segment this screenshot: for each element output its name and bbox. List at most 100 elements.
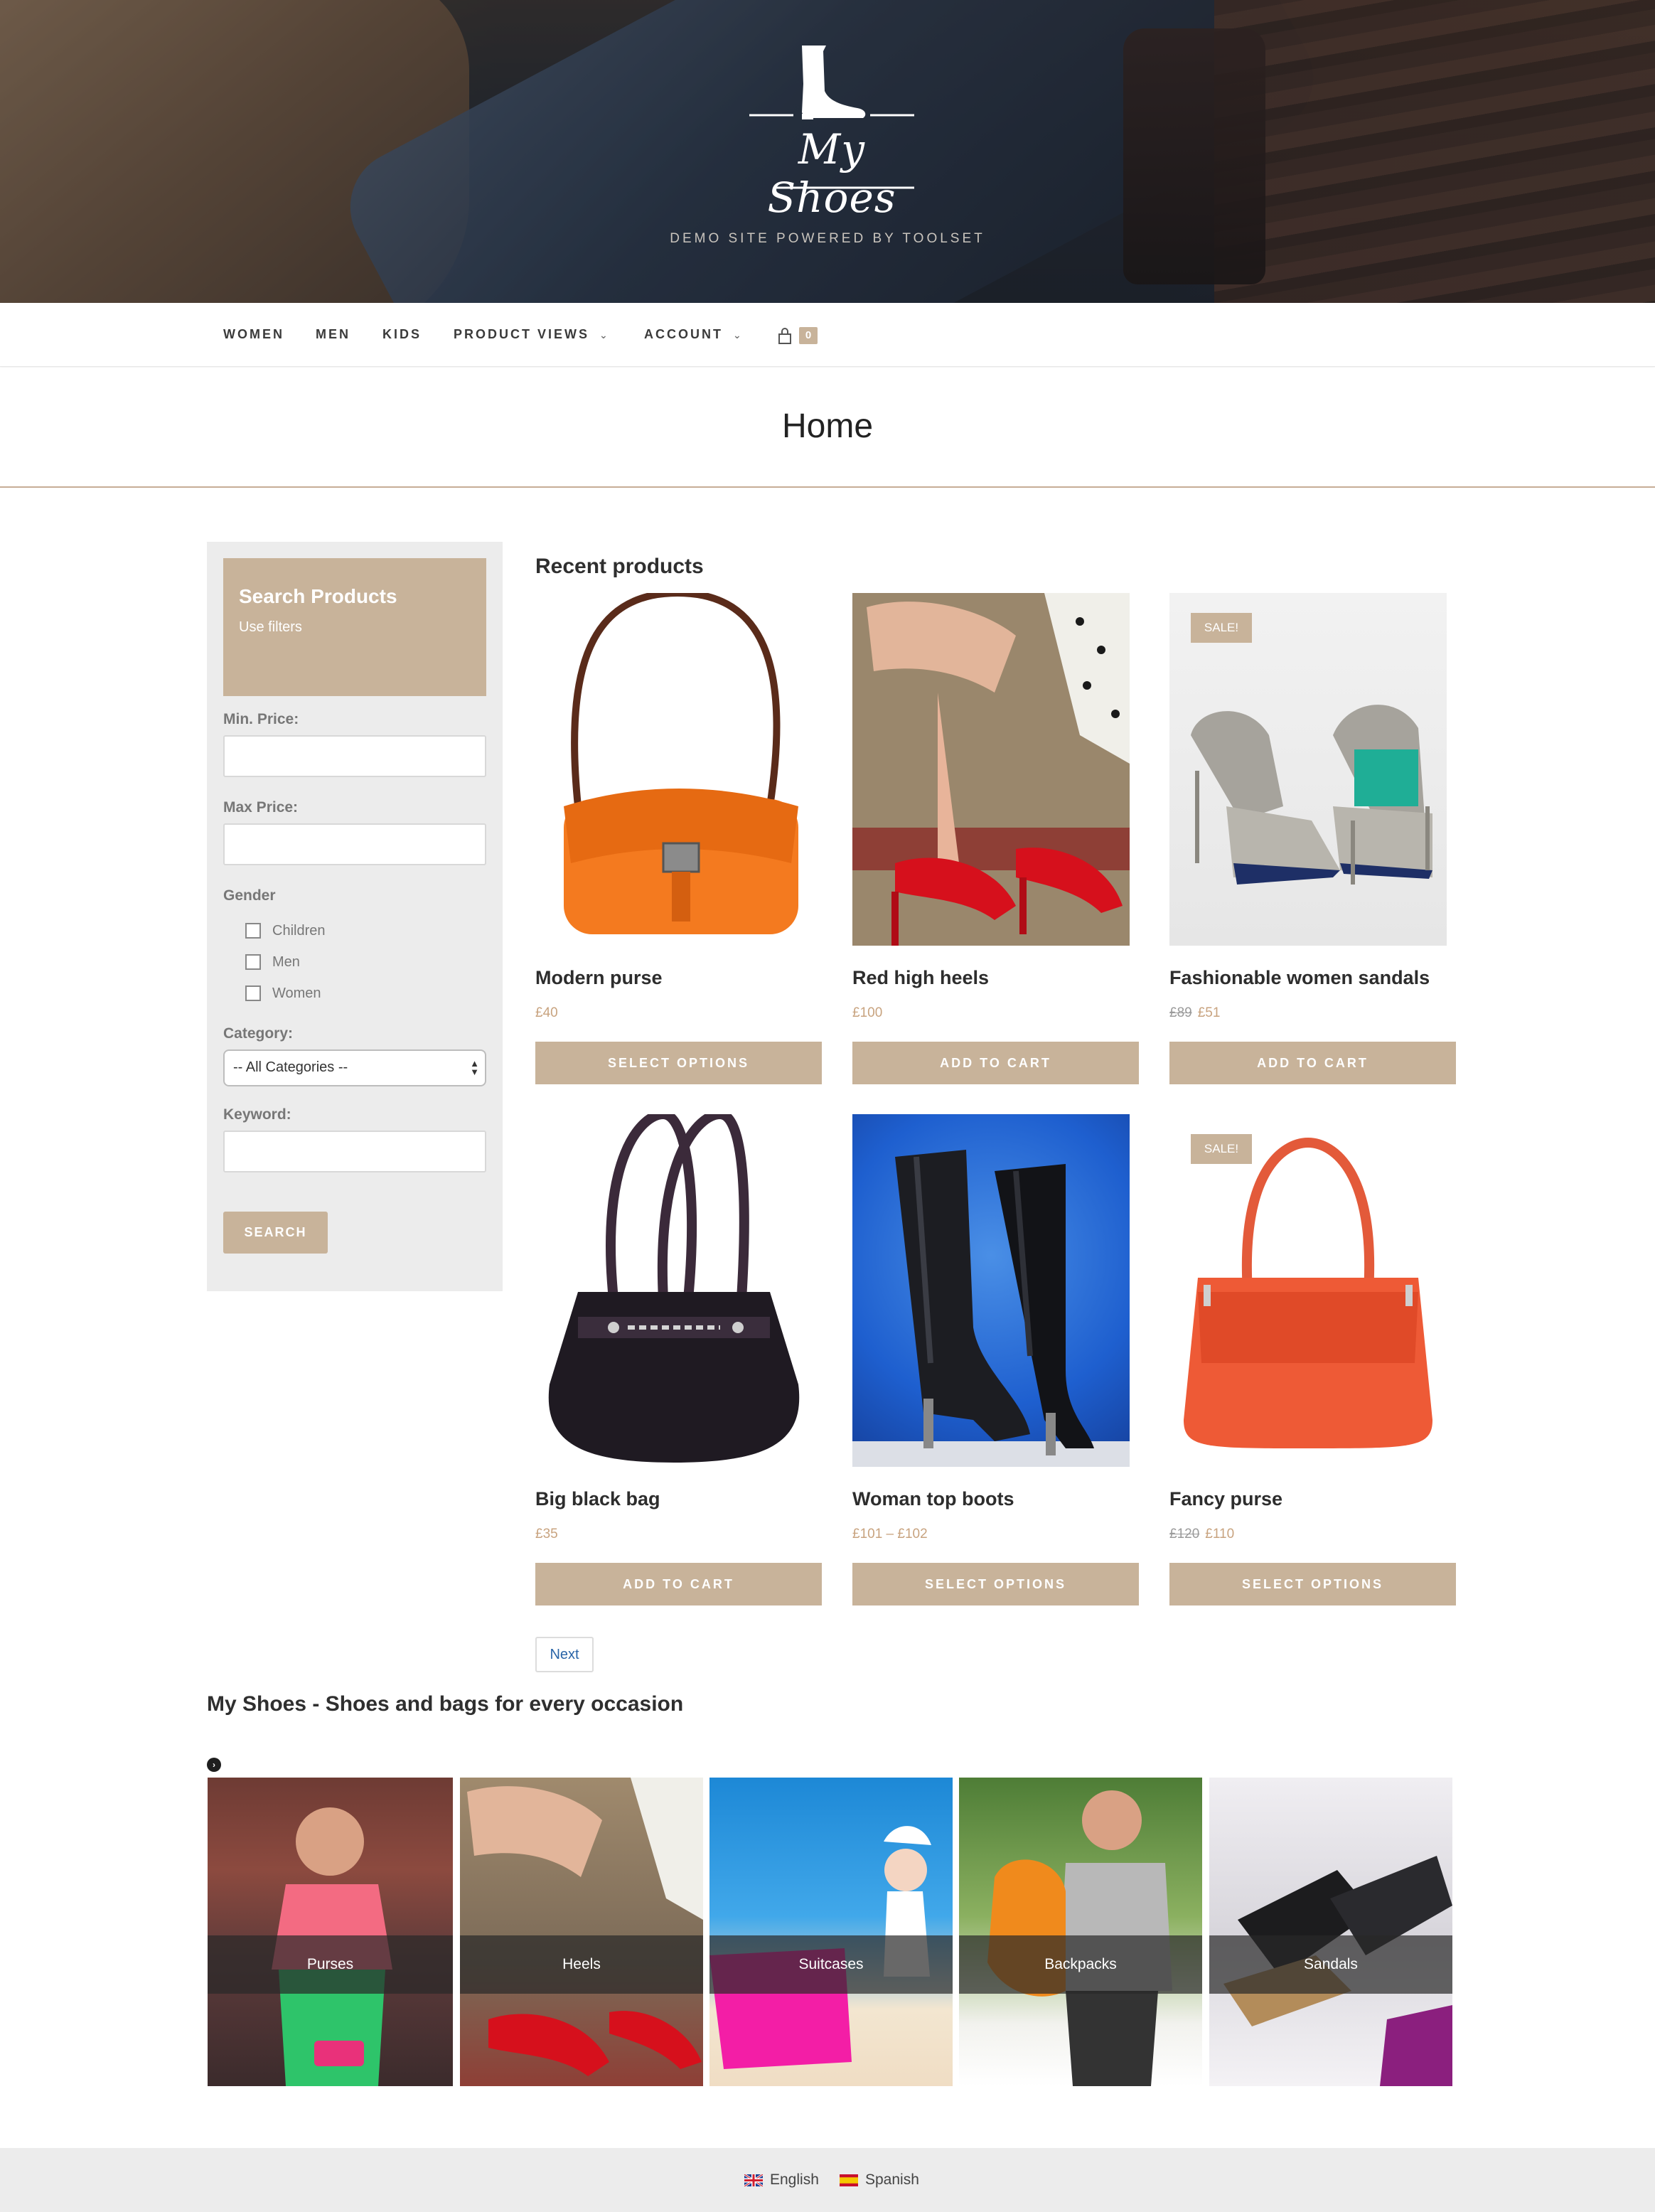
shopping-bag-icon (778, 328, 791, 344)
red-purse-image (1184, 1137, 1432, 1448)
add-to-cart-button[interactable]: ADD TO CART (535, 1563, 822, 1605)
category-tile-suitcases[interactable]: Suitcases (709, 1778, 953, 2086)
select-options-button[interactable]: SELECT OPTIONS (1169, 1563, 1456, 1605)
nav-item-label: PRODUCT VIEWS (454, 327, 590, 341)
checkbox-label: Women (272, 985, 321, 1001)
suitcases-photo (709, 1826, 931, 2069)
product-name[interactable]: Fancy purse (1169, 1488, 1282, 1510)
category-tile-heels[interactable]: Heels (460, 1778, 703, 2086)
cart-link[interactable]: 0 (778, 326, 820, 347)
black-bag-image (548, 1114, 800, 1463)
red-heels-image (852, 593, 1130, 946)
category-select[interactable]: -- All Categories -- ▲ ▼ (223, 1049, 486, 1086)
nav-item-product-views[interactable]: PRODUCT VIEWS ⌄ (454, 327, 608, 342)
site-logo[interactable]: My Shoes (749, 41, 914, 222)
circle-arrow-right-icon[interactable]: › (207, 1758, 221, 1772)
checkbox[interactable] (245, 923, 261, 939)
category-tile-purses[interactable]: Purses (208, 1778, 453, 2086)
nav-item-kids[interactable]: KIDS (382, 327, 422, 342)
gender-option-women[interactable]: Women (245, 984, 321, 1003)
product-price: £40 (535, 1005, 558, 1021)
language-label: Spanish (865, 2171, 919, 2188)
gender-option-children[interactable]: Children (245, 921, 325, 940)
current-price: £101 – £102 (852, 1527, 928, 1542)
sale-badge: SALE! (1191, 1134, 1252, 1164)
product-image[interactable] (535, 593, 813, 946)
sale-badge: SALE! (1191, 613, 1252, 643)
product-image[interactable]: SALE! (1169, 593, 1447, 946)
checkbox[interactable] (245, 985, 261, 1001)
product-name[interactable]: Woman top boots (852, 1488, 1014, 1510)
product-image[interactable] (535, 1114, 813, 1467)
min-price-label: Min. Price: (223, 711, 299, 727)
category-label: Backpacks (959, 1935, 1202, 1994)
grey-teal-sandals-image (1191, 705, 1432, 885)
add-to-cart-button[interactable]: ADD TO CART (852, 1042, 1139, 1084)
sandals-photo (1223, 1856, 1452, 2086)
add-to-cart-button[interactable]: ADD TO CART (1169, 1042, 1456, 1084)
current-price: £40 (535, 1005, 558, 1020)
product-price: £120 £110 (1169, 1527, 1234, 1542)
heels-photo (467, 1778, 703, 2076)
checkbox-label: Men (272, 953, 300, 970)
nav-item-account[interactable]: ACCOUNT ⌄ (644, 327, 741, 342)
checkbox-label: Children (272, 922, 326, 939)
cart-count-badge: 0 (799, 327, 818, 344)
product-image[interactable] (852, 1114, 1130, 1467)
category-label: Heels (460, 1935, 703, 1994)
spain-flag-icon (840, 2174, 858, 2186)
category-label: Sandals (1209, 1935, 1452, 1994)
black-boots-image (852, 1150, 1130, 1467)
product-image[interactable] (852, 593, 1130, 946)
hero-banner: My Shoes DEMO SITE POWERED BY TOOLSET (0, 0, 1655, 303)
gender-label: Gender (223, 887, 276, 904)
max-price-input[interactable] (223, 823, 486, 865)
purses-photo (272, 1807, 392, 2086)
product-name[interactable]: Fashionable women sandals (1169, 967, 1430, 989)
page-title-band: Home (0, 368, 1655, 488)
main-navigation: WOMEN MEN KIDS PRODUCT VIEWS ⌄ ACCOUNT ⌄ 0 (0, 303, 1655, 367)
select-options-button[interactable]: SELECT OPTIONS (535, 1042, 822, 1084)
language-label: English (770, 2171, 819, 2188)
pagination-next-button[interactable]: Next (535, 1637, 594, 1672)
current-price: £110 (1205, 1527, 1235, 1542)
category-tile-backpacks[interactable]: Backpacks (959, 1778, 1202, 2086)
select-options-button[interactable]: SELECT OPTIONS (852, 1563, 1139, 1605)
category-tile-sandals[interactable]: Sandals (1209, 1778, 1452, 2086)
product-name[interactable]: Modern purse (535, 967, 663, 989)
category-label: Suitcases (709, 1935, 953, 1994)
search-button[interactable]: SEARCH (223, 1212, 328, 1254)
category-selected-value: -- All Categories -- (233, 1059, 348, 1075)
product-price: £89 £51 (1169, 1005, 1220, 1021)
product-name[interactable]: Red high heels (852, 967, 989, 989)
nav-item-women[interactable]: WOMEN (223, 327, 284, 342)
select-arrows-icon: ▲ ▼ (470, 1058, 479, 1077)
page-title: Home (781, 407, 874, 445)
search-subheading: Use filters (239, 619, 302, 635)
product-price: £100 (852, 1005, 882, 1021)
backpacks-photo (987, 1790, 1172, 2086)
search-heading: Search Products (239, 585, 397, 607)
language-switch-spanish[interactable]: Spanish (840, 2171, 919, 2189)
min-price-input[interactable] (223, 735, 486, 777)
product-name[interactable]: Big black bag (535, 1488, 660, 1510)
category-strip-heading: My Shoes - Shoes and bags for every occa… (207, 1692, 684, 1716)
product-image[interactable]: SALE! (1169, 1114, 1447, 1467)
old-price: £120 (1169, 1527, 1200, 1542)
product-price: £35 (535, 1527, 558, 1542)
current-price: £100 (852, 1005, 883, 1020)
checkbox[interactable] (245, 954, 261, 970)
old-price: £89 (1169, 1005, 1192, 1020)
search-header: Search Products Use filters (223, 558, 486, 696)
language-switch-english[interactable]: English (744, 2171, 819, 2189)
keyword-label: Keyword: (223, 1106, 291, 1123)
chevron-down-icon: ⌄ (733, 329, 741, 341)
keyword-input[interactable] (223, 1131, 486, 1172)
category-label: Category: (223, 1025, 294, 1042)
nav-item-men[interactable]: MEN (316, 327, 350, 342)
gender-option-men[interactable]: Men (245, 953, 300, 971)
chevron-down-icon: ⌄ (599, 329, 608, 341)
max-price-label: Max Price: (223, 799, 299, 816)
category-label: Purses (208, 1935, 453, 1994)
logo-text: My Shoes (767, 125, 896, 222)
